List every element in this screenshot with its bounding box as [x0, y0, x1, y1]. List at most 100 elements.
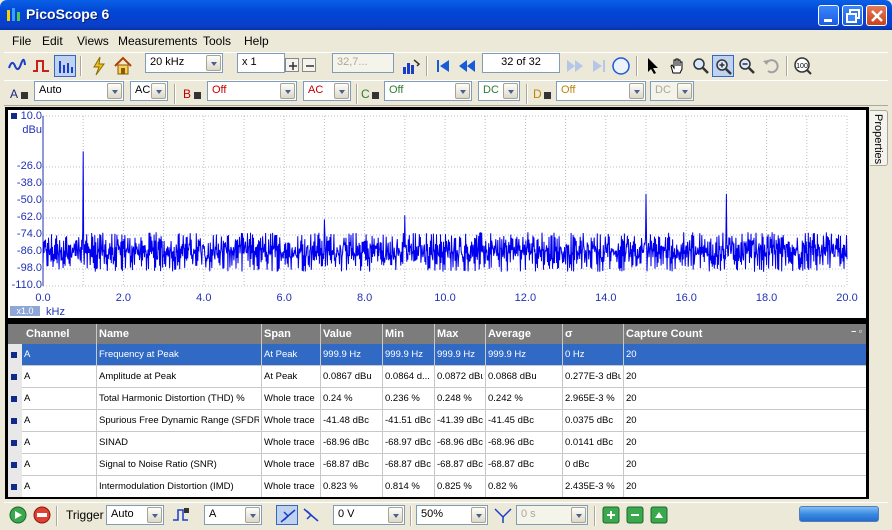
- buffer-position-field[interactable]: 32 of 32: [482, 53, 560, 73]
- column-divider[interactable]: [382, 324, 383, 344]
- rising-edge-icon[interactable]: [276, 505, 298, 525]
- delete-measurement-icon[interactable]: [624, 505, 646, 525]
- table-cell: Intermodulation Distortion (IMD): [99, 481, 234, 492]
- column-header[interactable]: Value: [323, 328, 352, 340]
- last-buffer-icon[interactable]: [588, 55, 610, 77]
- column-header[interactable]: Average: [488, 328, 531, 340]
- column-divider[interactable]: [96, 324, 97, 344]
- cell-divider: [96, 454, 97, 476]
- table-cell: 999.9 Hz: [323, 349, 362, 360]
- table-row[interactable]: A Frequency at Peak At Peak 999.9 Hz 999.9 H…: [8, 344, 866, 366]
- sample-count-field[interactable]: 32,7...: [332, 53, 394, 73]
- pointer-tool-icon[interactable]: [642, 55, 664, 77]
- undo-zoom-icon[interactable]: [760, 55, 782, 77]
- table-cell: 20: [626, 459, 637, 470]
- pre-trigger-field[interactable]: 50%: [416, 505, 488, 525]
- scope-mode-icon[interactable]: [6, 55, 28, 77]
- edit-measurement-icon[interactable]: [648, 505, 670, 525]
- channel-b-options-icon[interactable]: [194, 92, 201, 99]
- channel-c-coupling-select[interactable]: DC: [478, 81, 520, 101]
- maximize-button[interactable]: [842, 5, 863, 26]
- falling-edge-icon[interactable]: [300, 505, 322, 525]
- row-marker-icon: [11, 440, 17, 446]
- stop-button[interactable]: [31, 505, 53, 525]
- x-axis-tick-label: 2.0: [115, 292, 132, 304]
- menu-file[interactable]: File: [12, 34, 31, 48]
- table-row[interactable]: A Intermodulation Distortion (IMD) Whole t…: [8, 476, 866, 497]
- persistence-mode-icon[interactable]: [30, 55, 52, 77]
- channel-b-range-select[interactable]: Off: [207, 81, 297, 101]
- table-row[interactable]: A Spurious Free Dynamic Range (SFDR) Whole…: [8, 410, 866, 432]
- column-header[interactable]: Name: [99, 328, 129, 340]
- menu-tools[interactable]: Tools: [203, 34, 231, 48]
- channel-d-options-icon[interactable]: [544, 92, 551, 99]
- first-buffer-icon[interactable]: [432, 55, 454, 77]
- trigger-delay-icon[interactable]: [492, 505, 514, 525]
- spectrum-mode-icon[interactable]: [54, 55, 76, 77]
- add-measurement-icon[interactable]: [600, 505, 622, 525]
- trigger-delay-field[interactable]: 0 s: [516, 505, 588, 525]
- navigation-compass-icon[interactable]: [610, 55, 632, 77]
- next-buffer-icon[interactable]: [564, 55, 586, 77]
- minimize-button[interactable]: [818, 5, 839, 26]
- zoom-factor-field[interactable]: x 1: [237, 53, 285, 73]
- channel-b-coupling-select[interactable]: AC: [303, 81, 351, 101]
- zoom-out-step-button[interactable]: [302, 58, 316, 72]
- measurements-table-header: Channel Name Span Value Min Max Average σ Captur…: [8, 324, 866, 344]
- table-cell: 0.82 %: [488, 481, 518, 492]
- table-row[interactable]: A SINAD Whole trace -68.96 dBc -68.97 dBc -68…: [8, 432, 866, 454]
- channel-a-options-icon[interactable]: [21, 92, 28, 99]
- auto-setup-icon[interactable]: [88, 55, 110, 77]
- table-cell: 999.9 Hz: [437, 349, 476, 360]
- column-divider[interactable]: [434, 324, 435, 344]
- column-divider[interactable]: [261, 324, 262, 344]
- channel-a-coupling-select[interactable]: AC: [130, 81, 168, 101]
- previous-buffer-icon[interactable]: [456, 55, 478, 77]
- table-row[interactable]: A Amplitude at Peak At Peak 0.0867 dBu 0.086…: [8, 366, 866, 388]
- column-header[interactable]: Channel: [26, 328, 69, 340]
- cell-divider: [623, 388, 624, 410]
- timebase-select[interactable]: 20 kHz: [145, 53, 223, 73]
- table-window-controls-icon[interactable]: – ▫: [851, 326, 862, 336]
- hand-tool-icon[interactable]: [666, 55, 688, 77]
- channel-c-range-select[interactable]: Off: [384, 81, 472, 101]
- column-divider[interactable]: [485, 324, 486, 344]
- column-header[interactable]: σ: [565, 328, 573, 340]
- channel-a-range-select[interactable]: Auto: [34, 81, 124, 101]
- advanced-trigger-icon[interactable]: [170, 505, 192, 525]
- properties-tab[interactable]: Properties: [870, 110, 888, 166]
- spectrum-view[interactable]: [8, 110, 866, 318]
- table-row[interactable]: A Signal to Noise Ratio (SNR) Whole trace -…: [8, 454, 866, 476]
- column-header[interactable]: Capture Count: [626, 328, 702, 340]
- channel-c-options-icon[interactable]: [372, 92, 379, 99]
- menu-measurements[interactable]: Measurements: [118, 34, 197, 48]
- zoom-out-icon[interactable]: [736, 55, 758, 77]
- zoom-100-icon[interactable]: 100: [792, 55, 814, 77]
- trigger-threshold-field[interactable]: 0 V: [333, 505, 405, 525]
- table-row[interactable]: A Total Harmonic Distortion (THD) % Whole …: [8, 388, 866, 410]
- column-divider[interactable]: [623, 324, 624, 344]
- menu-help[interactable]: Help: [244, 34, 269, 48]
- cell-divider: [320, 366, 321, 388]
- channel-d-range-select[interactable]: Off: [556, 81, 646, 101]
- column-divider[interactable]: [320, 324, 321, 344]
- menu-edit[interactable]: Edit: [42, 34, 63, 48]
- run-button[interactable]: [7, 505, 29, 525]
- close-button[interactable]: [866, 5, 887, 26]
- channel-d-coupling-select[interactable]: DC: [650, 81, 694, 101]
- trigger-mode-select[interactable]: Auto: [106, 505, 164, 525]
- trigger-source-select[interactable]: A: [204, 505, 262, 525]
- column-header[interactable]: Max: [437, 328, 458, 340]
- column-divider[interactable]: [562, 324, 563, 344]
- table-cell: -68.96 dBc: [323, 437, 369, 448]
- zoom-in-icon[interactable]: [712, 55, 734, 77]
- home-icon[interactable]: [112, 55, 134, 77]
- column-header[interactable]: Min: [385, 328, 404, 340]
- column-header[interactable]: Span: [264, 328, 291, 340]
- menu-views[interactable]: Views: [77, 34, 109, 48]
- zoom-window-icon[interactable]: [690, 55, 712, 77]
- zoom-in-step-button[interactable]: [285, 58, 299, 72]
- resolution-icon[interactable]: [400, 55, 422, 77]
- y-axis-tick-label: -26.0: [16, 160, 42, 172]
- table-cell: Whole trace: [264, 459, 315, 470]
